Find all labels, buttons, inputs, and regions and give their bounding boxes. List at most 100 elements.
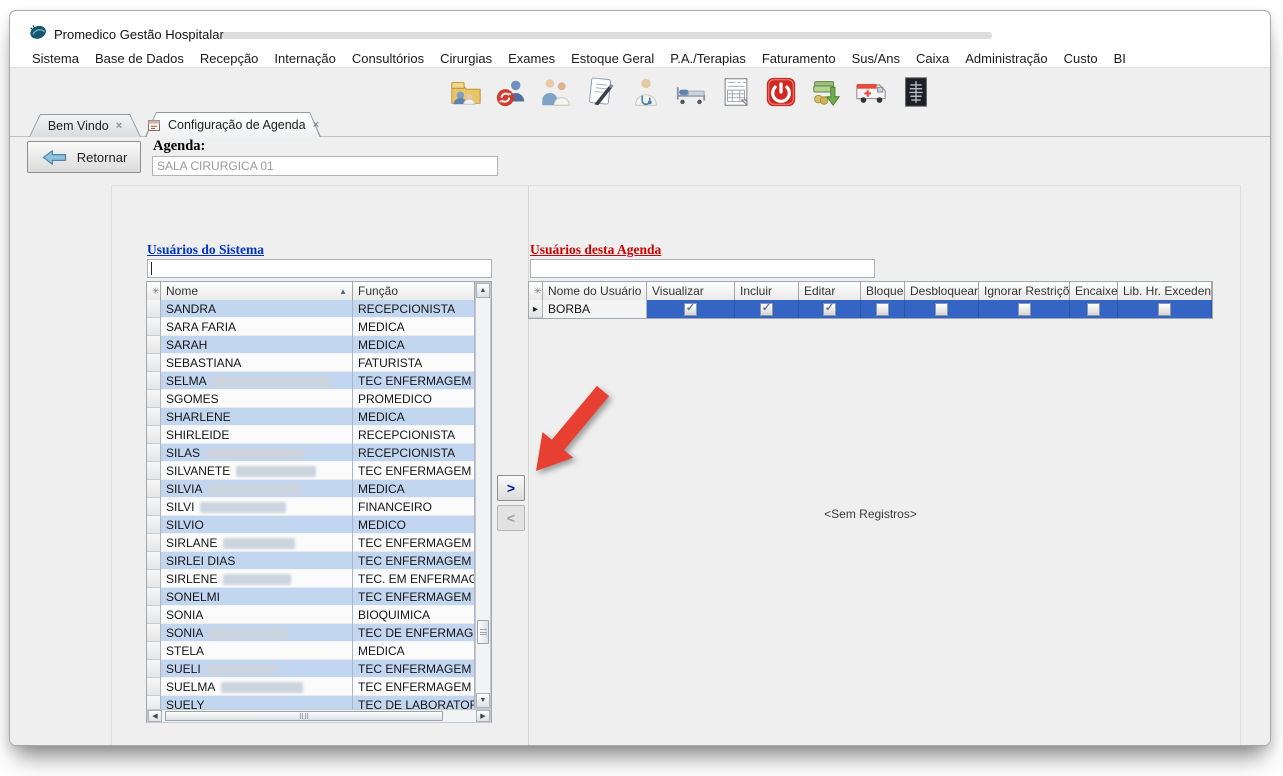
window-title: Promedico Gestão Hospitalar - xyxy=(54,27,232,42)
menu-item-faturamento[interactable]: Faturamento xyxy=(754,48,844,69)
tab-bem-vindo[interactable]: Bem Vindo× xyxy=(29,114,141,137)
vertical-scrollbar[interactable]: ▲ ▼ xyxy=(475,282,491,709)
permission-cell-ignorar-restri-es[interactable] xyxy=(979,300,1070,318)
table-row[interactable]: SILVIAMEDICA xyxy=(147,480,475,498)
permission-cell-incluir[interactable]: ✓ xyxy=(735,300,799,318)
table-row[interactable]: SIRLENETEC. EM ENFERMAGEM xyxy=(147,570,475,588)
ambulance-icon[interactable] xyxy=(853,73,889,111)
scroll-left-button[interactable]: ◀ xyxy=(148,710,162,722)
permission-cell-desbloquear[interactable] xyxy=(905,300,979,318)
medical-staff-icon[interactable] xyxy=(538,73,574,111)
column-header-incluir[interactable]: Incluir xyxy=(735,282,799,300)
table-row[interactable]: SHARLENEMEDICA xyxy=(147,408,475,426)
table-row[interactable]: SUELYTEC DE LABORATORIO xyxy=(147,696,475,709)
table-row[interactable]: SONIABIOQUIMICA xyxy=(147,606,475,624)
menu-item-base-de-dados[interactable]: Base de Dados xyxy=(87,48,192,69)
horizontal-scroll-thumb[interactable] xyxy=(165,711,443,721)
column-header-bloquear[interactable]: Bloquear xyxy=(861,282,905,300)
menu-item-interna-o[interactable]: Internação xyxy=(266,48,343,69)
patients-folder-icon[interactable] xyxy=(448,73,484,111)
column-header-nome[interactable]: Nome▲ xyxy=(161,282,353,300)
menu-item-cirurgias[interactable]: Cirurgias xyxy=(432,48,500,69)
unchecked-checkbox[interactable] xyxy=(876,303,889,316)
system-users-link[interactable]: Usuários do Sistema xyxy=(147,242,264,258)
checked-checkbox[interactable]: ✓ xyxy=(760,303,773,316)
payment-icon[interactable] xyxy=(808,73,844,111)
scroll-up-button[interactable]: ▲ xyxy=(476,283,490,298)
doctor-icon[interactable] xyxy=(628,73,664,111)
prescription-icon[interactable] xyxy=(583,73,619,111)
table-row[interactable]: SIRLEI DIASTEC ENFERMAGEM xyxy=(147,552,475,570)
agenda-label: Agenda: xyxy=(153,138,205,155)
unchecked-checkbox[interactable] xyxy=(935,303,948,316)
remove-user-button[interactable]: < xyxy=(497,505,525,531)
table-row[interactable]: SILASRECEPCIONISTA xyxy=(147,444,475,462)
table-row[interactable]: STELAMEDICA xyxy=(147,642,475,660)
menu-item-exames[interactable]: Exames xyxy=(500,48,563,69)
menu-item-sus-ans[interactable]: Sus/Ans xyxy=(844,48,908,69)
horizontal-scrollbar[interactable]: ◀ ▶ xyxy=(147,709,491,723)
agenda-user-row[interactable]: ▸BORBA✓✓✓ xyxy=(529,300,1212,318)
menu-item-caixa[interactable]: Caixa xyxy=(908,48,957,69)
power-icon[interactable] xyxy=(763,73,799,111)
column-header-nome-do-usu-rio[interactable]: Nome do Usuário xyxy=(543,282,647,300)
permission-cell-visualizar[interactable]: ✓ xyxy=(647,300,735,318)
column-header-visualizar[interactable]: Visualizar xyxy=(647,282,735,300)
agenda-users-filter-input[interactable] xyxy=(530,259,875,278)
system-users-filter-input[interactable] xyxy=(147,259,492,278)
column-header-ignorar-restri-es[interactable]: Ignorar Restrições xyxy=(979,282,1070,300)
table-row[interactable]: SEBASTIANAFATURISTA xyxy=(147,354,475,372)
scroll-down-button[interactable]: ▼ xyxy=(476,693,490,708)
agenda-name-field[interactable] xyxy=(152,156,498,176)
menu-item-administra-o[interactable]: Administração xyxy=(957,48,1055,69)
xray-icon[interactable] xyxy=(898,73,934,111)
table-row[interactable]: SELMATEC ENFERMAGEM xyxy=(147,372,475,390)
permission-cell-editar[interactable]: ✓ xyxy=(799,300,861,318)
table-row[interactable]: SILVIFINANCEIRO xyxy=(147,498,475,516)
menu-item-consult-rios[interactable]: Consultórios xyxy=(344,48,432,69)
invoice-icon[interactable] xyxy=(718,73,754,111)
table-row[interactable]: SILVIOMEDICO xyxy=(147,516,475,534)
permission-cell-lib-hr-excedente[interactable] xyxy=(1118,300,1212,318)
table-row[interactable]: SIRLANETEC ENFERMAGEM xyxy=(147,534,475,552)
table-row[interactable]: SONIATEC DE ENFERMAGEM xyxy=(147,624,475,642)
tab-configura-o-de-agenda[interactable]: Configuração de Agenda× xyxy=(145,112,321,137)
checked-checkbox[interactable]: ✓ xyxy=(823,303,836,316)
table-row[interactable]: SARA FARIAMEDICA xyxy=(147,318,475,336)
unchecked-checkbox[interactable] xyxy=(1018,303,1031,316)
permission-cell-bloquear[interactable] xyxy=(861,300,905,318)
column-header-funcao[interactable]: Função xyxy=(353,282,475,300)
unchecked-checkbox[interactable] xyxy=(1087,303,1100,316)
menu-item-recep-o[interactable]: Recepção xyxy=(192,48,267,69)
sync-users-icon[interactable] xyxy=(493,73,529,111)
table-row[interactable]: SGOMESPROMEDICO xyxy=(147,390,475,408)
menu-item-custo[interactable]: Custo xyxy=(1056,48,1106,69)
checked-checkbox[interactable]: ✓ xyxy=(684,303,697,316)
column-header-encaixe[interactable]: Encaixe xyxy=(1070,282,1118,300)
column-header-desbloquear[interactable]: Desbloquear xyxy=(905,282,979,300)
table-row[interactable]: SILVANETETEC ENFERMAGEM xyxy=(147,462,475,480)
return-button[interactable]: Retornar xyxy=(27,141,141,173)
scroll-right-button[interactable]: ▶ xyxy=(476,710,490,722)
agenda-users-link[interactable]: Usuários desta Agenda xyxy=(530,242,661,258)
menu-item-sistema[interactable]: Sistema xyxy=(24,48,87,69)
menu-item-bi[interactable]: BI xyxy=(1106,48,1134,69)
table-row[interactable]: SUELMATEC ENFERMAGEM xyxy=(147,678,475,696)
user-name: SUELMA xyxy=(166,680,215,694)
table-row[interactable]: SUELITEC ENFERMAGEM xyxy=(147,660,475,678)
unchecked-checkbox[interactable] xyxy=(1158,303,1171,316)
column-header-editar[interactable]: Editar xyxy=(799,282,861,300)
table-row[interactable]: SARAHMEDICA xyxy=(147,336,475,354)
hospital-bed-icon[interactable] xyxy=(673,73,709,111)
tab-close-icon[interactable]: × xyxy=(313,119,319,131)
permission-cell-encaixe[interactable] xyxy=(1070,300,1118,318)
vertical-scroll-thumb[interactable] xyxy=(477,620,489,644)
tab-close-icon[interactable]: × xyxy=(116,120,122,132)
table-row[interactable]: SANDRARECEPCIONISTA xyxy=(147,300,475,318)
column-header-lib-hr-excedente[interactable]: Lib. Hr. Excedente xyxy=(1118,282,1212,300)
add-user-button[interactable]: > xyxy=(497,475,525,501)
table-row[interactable]: SONELMITEC ENFERMAGEM xyxy=(147,588,475,606)
table-row[interactable]: SHIRLEIDERECEPCIONISTA xyxy=(147,426,475,444)
menu-item-p-a-terapias[interactable]: P.A./Terapias xyxy=(662,48,754,69)
menu-item-estoque-geral[interactable]: Estoque Geral xyxy=(563,48,662,69)
